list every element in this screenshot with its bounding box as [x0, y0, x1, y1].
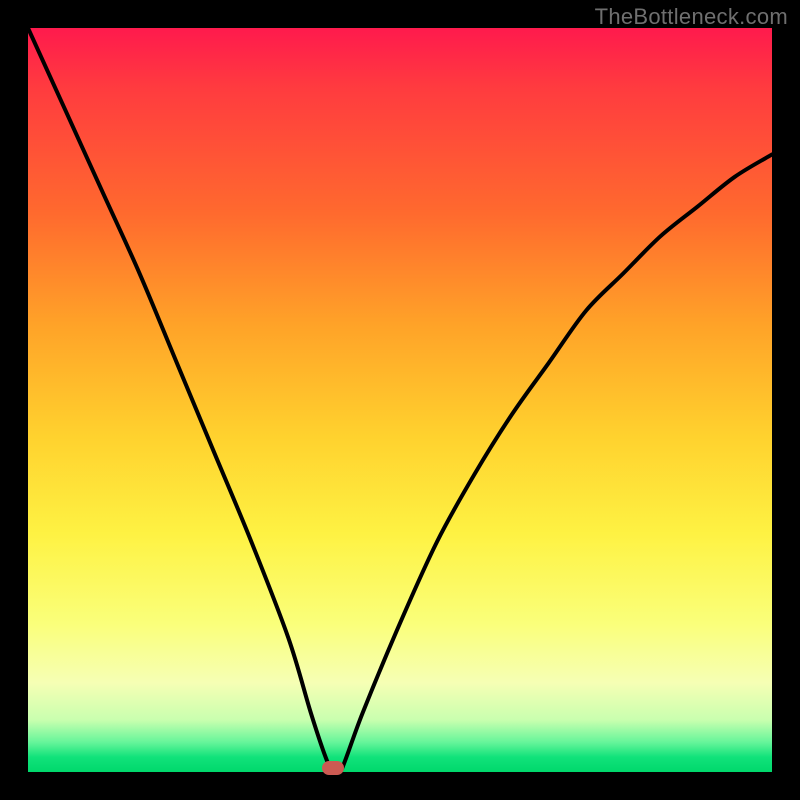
optimum-marker — [322, 761, 344, 775]
chart-frame: TheBottleneck.com — [0, 0, 800, 800]
plot-area — [28, 28, 772, 772]
bottleneck-curve — [28, 28, 772, 772]
watermark-text: TheBottleneck.com — [595, 4, 788, 30]
